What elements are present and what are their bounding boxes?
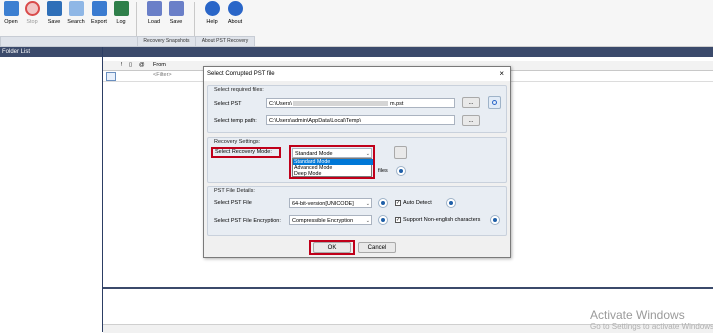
pst-file-version-select[interactable]: 64-bit-version[UNICODE] ⌄ (289, 198, 372, 208)
files-label: files (378, 168, 388, 174)
stop-button[interactable]: Stop (22, 1, 42, 25)
encryption-info-icon[interactable] (378, 215, 388, 225)
required-files-group: Select required files: Select PST C:\Use… (207, 85, 507, 133)
load-snapshot-button[interactable]: Load (144, 1, 164, 25)
recovery-settings-legend: Recovery Settings: (214, 139, 261, 145)
mode-select-highlight (289, 145, 375, 179)
save-snapshot-button[interactable]: Save (166, 1, 186, 25)
load-icon (146, 1, 162, 16)
export-icon (91, 1, 107, 16)
mode-help-button[interactable] (394, 146, 407, 159)
activate-windows-watermark: Activate Windows (590, 308, 685, 322)
about-icon (227, 1, 243, 16)
pst-details-legend: PST File Details: (214, 188, 255, 194)
redacted-path (293, 101, 389, 107)
save-button[interactable]: Save (44, 1, 64, 25)
dialog-titlebar: Select Corrupted PST file × (204, 67, 510, 81)
temp-path-input[interactable]: C:\Users\admin\AppData\Local\Temp\ (266, 115, 455, 125)
recovery-mode-label: Select Recovery Mode: (215, 149, 272, 155)
magnifier-icon (492, 100, 497, 105)
log-icon (113, 1, 129, 16)
recovery-settings-group: Recovery Settings: Select Recovery Mode:… (207, 137, 507, 183)
browse-temp-button[interactable]: ... (462, 115, 480, 126)
search-button[interactable]: Search (66, 1, 86, 25)
importance-column-header[interactable]: ! (121, 62, 123, 68)
ok-button[interactable]: OK (313, 242, 351, 253)
select-pst-label: Select PST (214, 101, 242, 107)
filter-placeholder: <Filter> (153, 72, 172, 78)
cancel-button[interactable]: Cancel (358, 242, 396, 253)
document-icon: ▯ (129, 62, 133, 68)
pst-file-label: Select PST File (214, 200, 252, 206)
files-info-icon[interactable] (396, 166, 406, 176)
temp-path-label: Select temp path: (214, 118, 257, 124)
select-corrupted-pst-dialog: Select Corrupted PST file × Select requi… (203, 66, 511, 258)
pst-encryption-label: Select PST File Encryption: (214, 218, 281, 224)
help-button[interactable]: Help (202, 1, 222, 25)
non-english-label: Support Non-english characters (403, 217, 481, 223)
folder-list-title: Folder List (0, 47, 102, 57)
log-button[interactable]: Log (111, 1, 131, 25)
about-button[interactable]: About (225, 1, 245, 25)
non-english-checkbox[interactable]: ✓ (395, 217, 401, 223)
snapshot-save-icon (168, 1, 184, 16)
auto-detect-checkbox[interactable]: ✓ (395, 200, 401, 206)
main-pane-header (103, 47, 713, 57)
open-icon (3, 1, 19, 16)
attachment-icon: @ (139, 62, 145, 68)
pst-encryption-select[interactable]: Compressible Encryption ⌄ (289, 215, 372, 225)
search-icon (68, 1, 84, 16)
find-pst-button[interactable] (488, 96, 501, 109)
auto-detect-label: Auto Detect (403, 200, 432, 206)
chevron-down-icon: ⌄ (365, 201, 370, 207)
browse-pst-button[interactable]: ... (462, 97, 480, 108)
open-button[interactable]: Open (1, 1, 21, 25)
select-pst-input[interactable]: C:\Users\ m.pst (266, 98, 455, 108)
pst-details-group: PST File Details: Select PST File 64-bit… (207, 186, 507, 236)
help-icon (204, 1, 220, 16)
save-icon (46, 1, 62, 16)
ribbon-group-recovery-snapshots: Recovery Snapshots (137, 36, 196, 47)
auto-detect-info-icon[interactable] (446, 198, 456, 208)
dialog-title: Select Corrupted PST file (207, 71, 275, 77)
non-english-info-icon[interactable] (490, 215, 500, 225)
chevron-down-icon: ⌄ (365, 218, 370, 224)
ribbon-group-file (0, 36, 138, 47)
close-icon[interactable]: × (499, 69, 504, 79)
ribbon-group-about: About PST Recovery (195, 36, 255, 47)
preview-divider (103, 287, 713, 289)
export-button[interactable]: Export (89, 1, 109, 25)
folder-list-panel (0, 47, 103, 332)
filter-search-icon[interactable] (106, 72, 116, 81)
pst-file-info-icon[interactable] (378, 198, 388, 208)
from-column-header[interactable]: From (153, 62, 166, 68)
stop-icon (24, 1, 40, 16)
required-files-legend: Select required files: (214, 87, 264, 93)
activate-windows-subtext: Go to Settings to activate Windows. (590, 322, 713, 331)
